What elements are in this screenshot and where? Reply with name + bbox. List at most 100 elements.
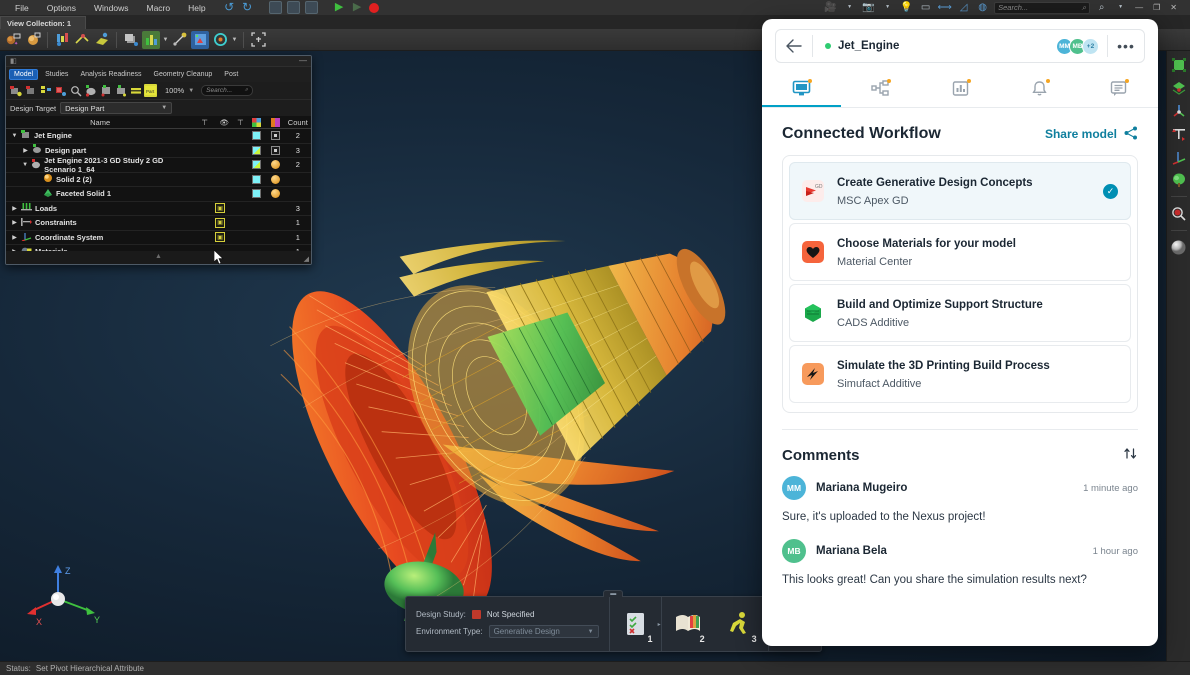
material-marker[interactable] <box>270 189 280 199</box>
menu-windows[interactable]: Windows <box>85 0 137 16</box>
titlebar-search[interactable]: Search... ⌕ <box>994 1 1091 14</box>
globe-icon[interactable]: ◍ <box>975 1 990 14</box>
twisty-icon[interactable]: ▼ <box>22 162 28 168</box>
tree-row-material-cell[interactable] <box>266 189 285 199</box>
filter-marker[interactable]: ▣ <box>215 217 226 228</box>
avatar-group[interactable]: MM MB +2 <box>1056 37 1099 55</box>
tree-row-color-cell[interactable] <box>247 174 266 184</box>
twisty-icon[interactable]: ▶ <box>11 234 18 241</box>
tab-analysis-readiness[interactable]: Analysis Readiness <box>75 69 146 80</box>
tree-row-name-cell[interactable]: ▼ Jet Engine 2021-3 GD Study 2 GD Scenari… <box>6 156 195 174</box>
tree-row-visibility-cell[interactable]: ▣ <box>215 203 234 214</box>
rotate-icon[interactable] <box>211 31 229 49</box>
minimize-icon[interactable]: — <box>299 57 307 65</box>
layer-tool-icon[interactable] <box>114 84 127 97</box>
tab-notifications[interactable] <box>1000 71 1079 107</box>
tree-row-material-cell[interactable] <box>266 145 285 155</box>
color-swatch[interactable] <box>251 131 261 141</box>
window-restore-button[interactable]: ❐ <box>1150 3 1163 12</box>
select-face-icon[interactable] <box>1169 55 1188 74</box>
color-swatch[interactable] <box>252 160 262 170</box>
record-icon[interactable] <box>368 2 379 13</box>
tree-row[interactable]: ▼ Jet Engine 2 <box>6 129 311 144</box>
tab-comments[interactable] <box>1079 71 1158 107</box>
avatar[interactable]: +2 <box>1082 37 1099 55</box>
result-plot-caret-icon[interactable]: ▼ <box>162 37 169 43</box>
tree-row-material-cell[interactable] <box>266 160 285 170</box>
tree-row-name-cell[interactable]: ▼ Jet Engine <box>6 129 194 142</box>
tree-row-material-cell[interactable] <box>266 174 285 184</box>
chart-tool-icon[interactable] <box>191 30 209 49</box>
tab-workflow[interactable] <box>841 71 920 107</box>
remove-part-icon[interactable] <box>24 84 37 97</box>
tree-row-color-cell[interactable] <box>247 131 266 141</box>
tree-row-color-cell[interactable] <box>247 145 266 155</box>
back-arrow-icon[interactable] <box>776 39 812 53</box>
display-icon[interactable]: ▭ <box>918 1 933 14</box>
tree-row-visibility-cell[interactable]: ▣ <box>215 217 234 228</box>
save-icon[interactable] <box>304 1 318 14</box>
tab-post[interactable]: Post <box>219 69 243 80</box>
mesh-tool-icon[interactable] <box>54 84 67 97</box>
tree-row[interactable]: ▶ Coordinate System ▣ 1 <box>6 231 311 245</box>
workflow-item[interactable]: GD Create Generative Design Concepts MSC A… <box>789 162 1131 220</box>
workflow-item[interactable]: Simulate the 3D Printing Build Process Si… <box>789 345 1131 403</box>
search-caret-icon[interactable]: ▼ <box>1113 1 1128 14</box>
fit-view-icon[interactable] <box>249 31 267 49</box>
color-swatch[interactable] <box>252 174 262 184</box>
tree-row-name-cell[interactable]: Faceted Solid 1 <box>6 188 195 200</box>
tab-geometry-cleanup[interactable]: Geometry Cleanup <box>149 69 218 80</box>
tree-row-color-cell[interactable] <box>247 189 266 199</box>
undo-icon[interactable]: ↺ <box>223 1 236 14</box>
column-filter-icon[interactable]: ⊤ <box>194 118 215 127</box>
tree-row[interactable]: ▼ Jet Engine 2021-3 GD Study 2 GD Scenari… <box>6 156 311 174</box>
view-collection-tab[interactable]: View Collection: 1 <box>0 16 87 29</box>
light-icon[interactable]: 💡 <box>899 1 914 14</box>
tab-model[interactable]: Model <box>9 69 39 80</box>
column-visibility-icon[interactable]: 👁 <box>215 118 234 127</box>
step-3-runner-button[interactable]: 3 <box>714 597 766 651</box>
panel-grip-icon[interactable]: ▲ <box>155 253 162 260</box>
menu-help[interactable]: Help <box>179 0 214 16</box>
window-minimize-button[interactable]: — <box>1132 3 1146 12</box>
rotate-caret-icon[interactable]: ▼ <box>231 37 238 43</box>
twisty-icon[interactable]: ▼ <box>11 133 18 139</box>
tree-row[interactable]: Solid 2 (2) <box>6 173 311 187</box>
body-tool-icon[interactable] <box>84 84 97 97</box>
assembly-tool-icon[interactable] <box>99 84 112 97</box>
tree-row[interactable]: Faceted Solid 1 <box>6 187 311 202</box>
path-icon[interactable] <box>171 31 189 49</box>
menu-options[interactable]: Options <box>38 0 85 16</box>
workflow-item[interactable]: Build and Optimize Support Structure CADS… <box>789 284 1131 342</box>
shading-sphere-icon[interactable] <box>1169 238 1188 257</box>
camera-icon[interactable]: 📷 <box>861 1 876 14</box>
tab-monitor[interactable] <box>762 71 842 107</box>
step-icon[interactable]: ▶ <box>351 1 364 14</box>
material-marker[interactable] <box>270 145 280 155</box>
tree-row-name-cell[interactable]: ▶ Coordinate System <box>6 231 194 243</box>
body-icon[interactable] <box>122 31 140 49</box>
tree-row-visibility-cell[interactable]: ▣ <box>215 232 234 243</box>
twisty-icon[interactable]: ▶ <box>11 205 18 212</box>
mesh-icon[interactable] <box>53 31 71 49</box>
model-tree-titlebar[interactable]: ▮▯ — <box>6 56 311 67</box>
video-caret-icon[interactable]: ▼ <box>842 1 857 14</box>
geometry-add-icon[interactable]: ✦ <box>4 31 22 49</box>
sketch-icon[interactable] <box>73 31 91 49</box>
surface-icon[interactable] <box>93 31 111 49</box>
highlight-icon[interactable]: Part <box>144 84 157 97</box>
tree-row-name-cell[interactable]: ▶ Constraints <box>6 217 194 229</box>
camera-caret-icon[interactable]: ▼ <box>880 1 895 14</box>
color-swatch[interactable] <box>252 189 262 199</box>
workflow-item[interactable]: Choose Materials for your model Material … <box>789 223 1131 281</box>
tree-row-material-cell[interactable] <box>266 131 285 141</box>
more-horizontal-icon[interactable]: ••• <box>1108 38 1144 54</box>
tree-view-icon[interactable] <box>1169 170 1188 189</box>
table-icon[interactable] <box>129 84 142 97</box>
result-plot-icon[interactable] <box>142 30 160 49</box>
material-marker[interactable] <box>270 174 280 184</box>
datum-plane-icon[interactable] <box>1169 124 1188 143</box>
select-edge-icon[interactable] <box>1169 78 1188 97</box>
export-icon[interactable] <box>286 1 300 14</box>
menu-file[interactable]: File <box>6 0 38 16</box>
